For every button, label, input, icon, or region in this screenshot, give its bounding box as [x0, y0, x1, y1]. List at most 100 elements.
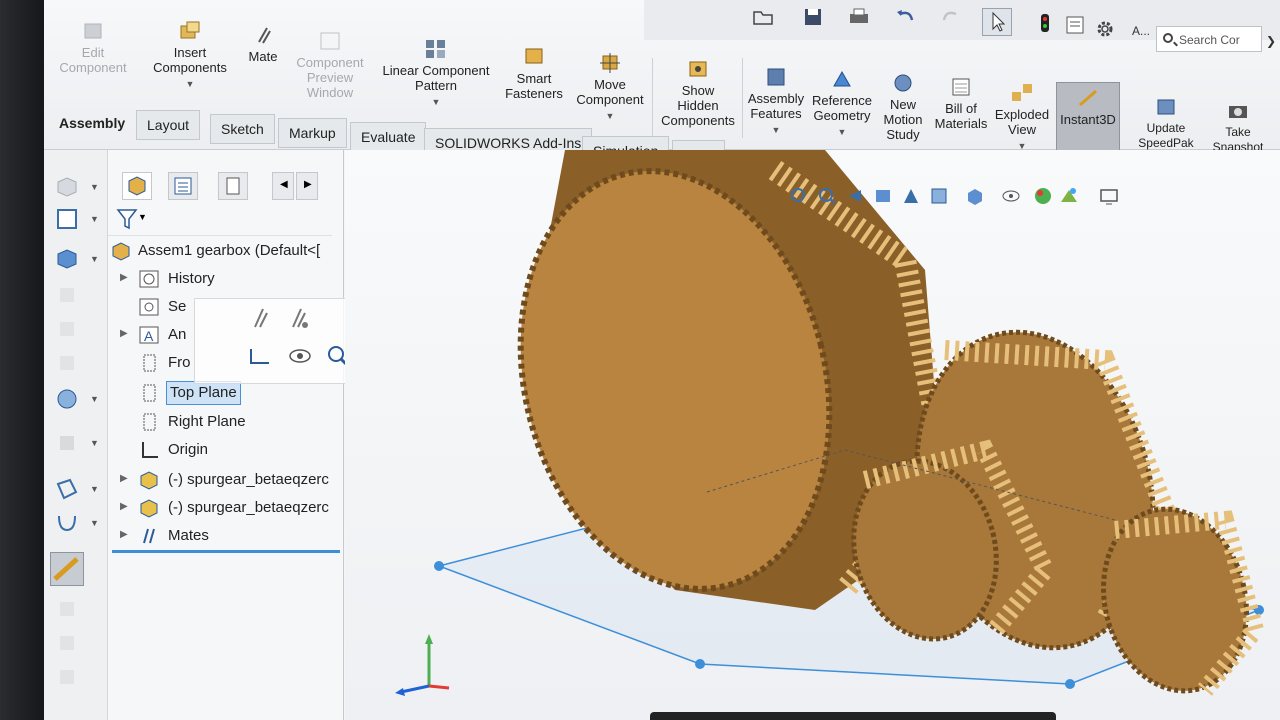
configuration-manager-tab[interactable]: [218, 172, 248, 200]
hide-show-items-icon[interactable]: [1001, 186, 1021, 206]
chevron-down-icon[interactable]: ▼: [378, 95, 494, 110]
chevron-down-icon[interactable]: ▼: [810, 125, 874, 140]
section-view-icon[interactable]: [54, 282, 80, 308]
monitor-bezel: [0, 0, 44, 720]
chevron-down-icon[interactable]: ▼: [744, 123, 808, 138]
tree-item-label: Origin: [168, 441, 209, 458]
dynamic-annotation-icon[interactable]: [901, 186, 921, 206]
normal-to-icon[interactable]: [247, 343, 273, 369]
tab-scroll-left[interactable]: ◀: [272, 172, 294, 200]
edit-component-button[interactable]: Edit Component: [50, 20, 136, 75]
show-hidden-label: Show Hidden Components: [661, 83, 735, 128]
clearance-icon[interactable]: [54, 664, 80, 690]
zoom-to-fit-icon[interactable]: [789, 186, 809, 206]
bill-of-materials-icon: [949, 76, 973, 98]
view-orientation-icon[interactable]: [929, 186, 949, 206]
view-settings-icon[interactable]: [54, 430, 80, 456]
show-hidden-components-button[interactable]: Show Hidden Components: [656, 58, 740, 128]
chevron-down-icon[interactable]: ▼: [90, 182, 99, 192]
interference-icon[interactable]: [54, 630, 80, 656]
view-settings-icon[interactable]: [1099, 186, 1119, 206]
edit-appearance-icon[interactable]: [1033, 186, 1053, 206]
feature-manager-tab[interactable]: [122, 172, 152, 200]
zoom-to-area-icon[interactable]: [817, 186, 837, 206]
undo-icon[interactable]: [894, 6, 916, 28]
open-file-icon[interactable]: [752, 6, 774, 28]
traffic-light-icon[interactable]: [1034, 12, 1056, 34]
apply-scene-icon[interactable]: [1059, 186, 1079, 206]
display-style-icon[interactable]: [965, 186, 985, 206]
tree-item-label: (-) spurgear_betaeqzerc: [168, 471, 329, 488]
search-commands-input[interactable]: Search Cor: [1156, 26, 1262, 52]
chevron-down-icon[interactable]: ▼: [90, 254, 99, 264]
edit-appearance-icon[interactable]: [54, 350, 80, 376]
rollback-bar[interactable]: [112, 550, 340, 553]
speedpak-icon: [1154, 96, 1178, 118]
eye-icon[interactable]: [287, 343, 313, 369]
mate-icon[interactable]: [247, 305, 273, 331]
gear-icon[interactable]: [1094, 18, 1116, 40]
expand-arrow-icon[interactable]: ▶: [120, 501, 128, 512]
expand-arrow-icon[interactable]: ▶: [120, 328, 128, 339]
chevron-down-icon[interactable]: ▼: [90, 214, 99, 224]
part-icon: [138, 497, 160, 519]
chevron-down-icon[interactable]: ▼: [90, 394, 99, 404]
previous-view-icon[interactable]: [845, 186, 865, 206]
reference-geometry-button[interactable]: Reference Geometry ▼: [810, 68, 874, 140]
select-pointer-button[interactable]: [982, 8, 1012, 36]
tab-layout[interactable]: Layout: [136, 110, 201, 140]
plane-handle[interactable]: [1065, 679, 1075, 689]
chevron-down-icon[interactable]: ▼: [568, 109, 652, 124]
property-manager-tab[interactable]: [168, 172, 198, 200]
section-view-icon[interactable]: [873, 186, 893, 206]
chevron-down-icon[interactable]: ❯: [1266, 34, 1276, 48]
tab-scroll-right[interactable]: ▶: [296, 172, 318, 200]
move-component-button[interactable]: Move Component ▼: [568, 52, 652, 124]
chevron-down-icon[interactable]: ▼: [142, 77, 238, 92]
hide-show-icon[interactable]: [54, 316, 80, 342]
view-orientation-icon[interactable]: [54, 206, 80, 232]
tab-markup[interactable]: Markup: [278, 118, 347, 148]
account-menu[interactable]: A...: [1132, 24, 1150, 38]
plane-icon[interactable]: [54, 476, 80, 502]
exploded-view-button[interactable]: Exploded View ▼: [992, 82, 1052, 154]
mate-button[interactable]: Mate: [240, 24, 286, 64]
expand-arrow-icon[interactable]: ▶: [120, 272, 128, 283]
measure-icon[interactable]: [50, 552, 84, 586]
chevron-down-icon[interactable]: ▼: [90, 438, 99, 448]
assembly-features-button[interactable]: Assembly Features ▼: [744, 66, 808, 138]
expand-arrow-icon[interactable]: ▶: [120, 529, 128, 540]
tab-sketch[interactable]: Sketch: [210, 114, 275, 144]
smart-mate-icon[interactable]: [285, 305, 311, 331]
chevron-down-icon[interactable]: ▼: [90, 484, 99, 494]
assembly-icon: [110, 240, 132, 262]
print-icon[interactable]: [848, 6, 870, 28]
apply-scene-icon[interactable]: [54, 386, 80, 412]
gearbox-model[interactable]: [345, 150, 1280, 720]
file-properties-icon[interactable]: [1064, 14, 1086, 36]
chevron-down-icon[interactable]: ▼: [90, 518, 99, 528]
plane-handle[interactable]: [695, 659, 705, 669]
assembly-icon: [128, 176, 146, 196]
expand-arrow-icon[interactable]: ▶: [120, 473, 128, 484]
take-snapshot-button[interactable]: Take Snapshot: [1210, 100, 1266, 155]
display-style-icon[interactable]: [54, 246, 80, 272]
isometric-view-icon[interactable]: [54, 174, 80, 200]
graphics-area[interactable]: [345, 150, 1280, 720]
tab-evaluate[interactable]: Evaluate: [350, 122, 427, 152]
tab-assembly[interactable]: Assembly: [48, 108, 136, 138]
linear-component-pattern-button[interactable]: Linear Component Pattern ▼: [378, 38, 494, 110]
mass-properties-icon[interactable]: [54, 596, 80, 622]
bill-of-materials-button[interactable]: Bill of Materials: [932, 76, 990, 131]
save-icon[interactable]: [802, 6, 824, 28]
insert-components-button[interactable]: Insert Components ▼: [142, 20, 238, 92]
plane-icon: [138, 382, 160, 404]
curve-icon[interactable]: [54, 510, 80, 536]
plane-icon: [138, 411, 160, 433]
plane-handle[interactable]: [434, 561, 444, 571]
new-motion-study-button[interactable]: New Motion Study: [878, 72, 928, 142]
feature-tree-filter[interactable]: ▼: [108, 202, 332, 236]
component-preview-window-button[interactable]: Component Preview Window: [288, 30, 372, 100]
smart-fasteners-button[interactable]: Smart Fasteners: [500, 46, 568, 101]
redo-icon[interactable]: [940, 6, 962, 28]
